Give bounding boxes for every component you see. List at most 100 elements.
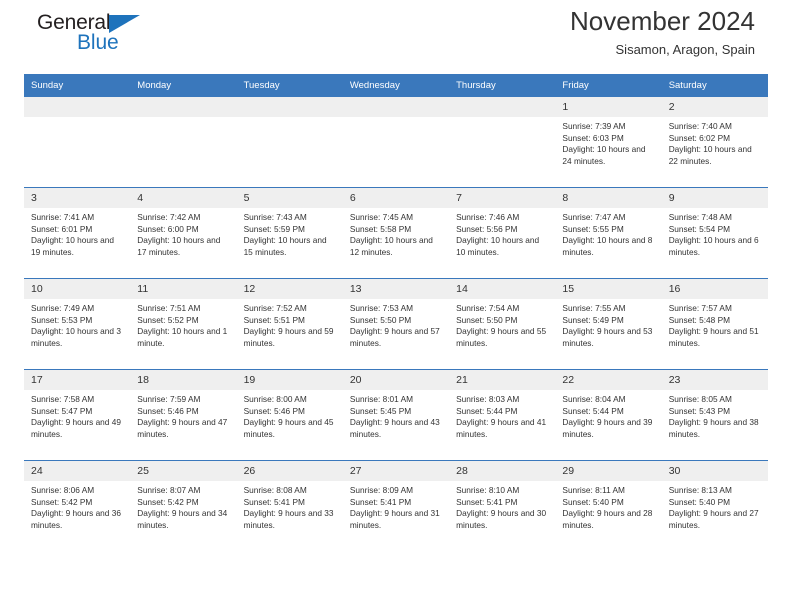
day-number: 3 (24, 188, 131, 208)
day-details: Sunrise: 8:13 AM Sunset: 5:40 PM Daylight:… (662, 481, 768, 531)
sunrise-text: Sunrise: 8:07 AM (137, 485, 201, 495)
day-number: 8 (555, 188, 662, 208)
calendar-day-cell[interactable]: 23 Sunrise: 8:05 AM Sunset: 5:43 PM Dayligh… (661, 369, 768, 461)
day-number: 18 (130, 370, 237, 390)
sunset-text: Sunset: 5:40 PM (562, 496, 624, 507)
calendar-day-cell[interactable] (130, 97, 237, 188)
calendar-day-cell[interactable]: 7 Sunrise: 7:46 AM Sunset: 5:56 PM Daylight… (449, 187, 556, 279)
day-number: 25 (130, 461, 237, 481)
day-number: 30 (661, 461, 768, 481)
calendar-day-cell[interactable]: 30 Sunrise: 8:13 AM Sunset: 5:40 PM Dayligh… (661, 460, 768, 551)
calendar-day-cell[interactable]: 26 Sunrise: 8:08 AM Sunset: 5:41 PM Dayligh… (236, 460, 343, 551)
day-details: Sunrise: 8:05 AM Sunset: 5:43 PM Daylight:… (662, 390, 768, 440)
logo-text-general: General (37, 11, 111, 34)
calendar-day-cell[interactable]: 16 Sunrise: 7:57 AM Sunset: 5:48 PM Dayligh… (661, 278, 768, 370)
weekday-header-sunday: Sunday (24, 74, 131, 97)
daylight-text: Daylight: 9 hours and 27 minutes. (668, 508, 759, 530)
sunrise-text: Sunrise: 7:41 AM (31, 212, 95, 222)
day-details: Sunrise: 7:53 AM Sunset: 5:50 PM Daylight:… (343, 299, 449, 349)
sunset-text: Sunset: 5:54 PM (668, 223, 731, 234)
calendar-day-cell[interactable]: 6 Sunrise: 7:45 AM Sunset: 5:58 PM Daylight… (342, 187, 450, 279)
weekday-header-thursday: Thursday (449, 74, 556, 97)
calendar-day-cell[interactable]: 13 Sunrise: 7:53 AM Sunset: 5:50 PM Dayligh… (342, 278, 450, 370)
calendar-day-cell[interactable]: 22 Sunrise: 8:04 AM Sunset: 5:44 PM Dayligh… (555, 369, 662, 461)
calendar-day-cell[interactable]: 11 Sunrise: 7:51 AM Sunset: 5:52 PM Dayligh… (130, 278, 237, 370)
calendar-day-cell[interactable]: 1 Sunrise: 7:39 AM Sunset: 6:03 PM Daylight… (555, 97, 662, 188)
page-subtitle: Sisamon, Aragon, Spain (615, 42, 755, 57)
calendar-day-cell[interactable]: 2 Sunrise: 7:40 AM Sunset: 6:02 PM Daylight… (661, 97, 768, 188)
calendar-day-cell[interactable]: 27 Sunrise: 8:09 AM Sunset: 5:41 PM Dayligh… (342, 460, 450, 551)
daylight-text: Daylight: 9 hours and 34 minutes. (137, 508, 228, 530)
calendar-day-cell[interactable]: 15 Sunrise: 7:55 AM Sunset: 5:49 PM Dayligh… (555, 278, 662, 370)
day-details: Sunrise: 7:51 AM Sunset: 5:52 PM Daylight:… (130, 299, 236, 349)
daylight-text: Daylight: 9 hours and 28 minutes. (562, 508, 653, 530)
day-number: 11 (130, 279, 237, 299)
daylight-text: Daylight: 9 hours and 38 minutes. (668, 417, 759, 439)
daylight-text: Daylight: 9 hours and 47 minutes. (137, 417, 228, 439)
calendar-day-cell[interactable]: 3 Sunrise: 7:41 AM Sunset: 6:01 PM Daylight… (24, 187, 131, 279)
sunrise-text: Sunrise: 7:52 AM (243, 303, 307, 313)
daylight-text: Daylight: 10 hours and 8 minutes. (562, 235, 653, 257)
calendar-day-cell[interactable]: 9 Sunrise: 7:48 AM Sunset: 5:54 PM Daylight… (661, 187, 768, 279)
daylight-text: Daylight: 10 hours and 1 minute. (137, 326, 228, 348)
sunrise-text: Sunrise: 7:59 AM (137, 394, 201, 404)
sunset-text: Sunset: 5:49 PM (562, 314, 624, 325)
day-number: 20 (342, 370, 450, 390)
calendar-day-cell[interactable]: 10 Sunrise: 7:49 AM Sunset: 5:53 PM Dayligh… (24, 278, 131, 370)
day-details: Sunrise: 7:42 AM Sunset: 6:00 PM Daylight:… (130, 208, 236, 258)
calendar-day-cell[interactable]: 21 Sunrise: 8:03 AM Sunset: 5:44 PM Dayligh… (449, 369, 556, 461)
calendar-day-cell[interactable]: 20 Sunrise: 8:01 AM Sunset: 5:45 PM Dayligh… (342, 369, 450, 461)
day-details: Sunrise: 7:39 AM Sunset: 6:03 PM Daylight:… (555, 117, 661, 167)
calendar-day-cell[interactable]: 19 Sunrise: 8:00 AM Sunset: 5:46 PM Dayligh… (236, 369, 343, 461)
sunset-text: Sunset: 6:02 PM (668, 132, 731, 143)
sunrise-text: Sunrise: 7:46 AM (456, 212, 520, 222)
day-number (236, 97, 343, 117)
day-number: 17 (24, 370, 131, 390)
daylight-text: Daylight: 10 hours and 12 minutes. (349, 235, 433, 257)
sunrise-text: Sunrise: 7:43 AM (243, 212, 307, 222)
daylight-text: Daylight: 10 hours and 17 minutes. (137, 235, 221, 257)
sunset-text: Sunset: 5:51 PM (243, 314, 305, 325)
calendar-day-cell[interactable]: 4 Sunrise: 7:42 AM Sunset: 6:00 PM Daylight… (130, 187, 237, 279)
calendar-day-cell[interactable]: 25 Sunrise: 8:07 AM Sunset: 5:42 PM Dayligh… (130, 460, 237, 551)
logo[interactable]: General Blue (37, 8, 187, 60)
day-details: Sunrise: 8:00 AM Sunset: 5:46 PM Daylight:… (237, 390, 343, 440)
calendar-day-cell[interactable]: 17 Sunrise: 7:58 AM Sunset: 5:47 PM Dayligh… (24, 369, 131, 461)
day-details: Sunrise: 7:52 AM Sunset: 5:51 PM Daylight:… (237, 299, 343, 349)
sunrise-text: Sunrise: 8:03 AM (456, 394, 520, 404)
calendar-day-cell[interactable]: 18 Sunrise: 7:59 AM Sunset: 5:46 PM Dayligh… (130, 369, 237, 461)
calendar-day-cell[interactable] (236, 97, 343, 188)
calendar-week-row: 17 Sunrise: 7:58 AM Sunset: 5:47 PM Dayligh… (24, 369, 768, 461)
day-details: Sunrise: 8:10 AM Sunset: 5:41 PM Daylight:… (449, 481, 555, 531)
daylight-text: Daylight: 9 hours and 57 minutes. (349, 326, 440, 348)
calendar-day-cell[interactable]: 5 Sunrise: 7:43 AM Sunset: 5:59 PM Daylight… (236, 187, 343, 279)
sunrise-text: Sunrise: 7:51 AM (137, 303, 201, 313)
calendar-day-cell[interactable] (342, 97, 450, 188)
day-number: 16 (661, 279, 768, 299)
sunset-text: Sunset: 5:41 PM (349, 496, 412, 507)
daylight-text: Daylight: 9 hours and 59 minutes. (243, 326, 334, 348)
calendar-day-cell[interactable]: 28 Sunrise: 8:10 AM Sunset: 5:41 PM Dayligh… (449, 460, 556, 551)
day-details: Sunrise: 7:59 AM Sunset: 5:46 PM Daylight:… (130, 390, 236, 440)
sunrise-text: Sunrise: 8:01 AM (349, 394, 414, 404)
daylight-text: Daylight: 10 hours and 6 minutes. (668, 235, 759, 257)
calendar-day-cell[interactable]: 12 Sunrise: 7:52 AM Sunset: 5:51 PM Dayligh… (236, 278, 343, 370)
calendar-day-cell[interactable] (449, 97, 556, 188)
day-details: Sunrise: 8:03 AM Sunset: 5:44 PM Daylight:… (449, 390, 555, 440)
sunset-text: Sunset: 6:00 PM (137, 223, 199, 234)
sunrise-text: Sunrise: 8:13 AM (668, 485, 732, 495)
daylight-text: Daylight: 9 hours and 55 minutes. (456, 326, 547, 348)
sunset-text: Sunset: 5:46 PM (243, 405, 305, 416)
calendar-day-cell[interactable]: 29 Sunrise: 8:11 AM Sunset: 5:40 PM Dayligh… (555, 460, 662, 551)
day-details: Sunrise: 8:04 AM Sunset: 5:44 PM Daylight:… (555, 390, 661, 440)
sunset-text: Sunset: 5:41 PM (456, 496, 518, 507)
sunrise-text: Sunrise: 8:04 AM (562, 394, 626, 404)
day-details: Sunrise: 7:40 AM Sunset: 6:02 PM Daylight:… (662, 117, 768, 167)
sunrise-text: Sunrise: 8:08 AM (243, 485, 307, 495)
day-number: 2 (661, 97, 768, 117)
calendar-day-cell[interactable]: 24 Sunrise: 8:06 AM Sunset: 5:42 PM Dayligh… (24, 460, 131, 551)
calendar-day-cell[interactable] (24, 97, 131, 188)
calendar-day-cell[interactable]: 8 Sunrise: 7:47 AM Sunset: 5:55 PM Daylight… (555, 187, 662, 279)
calendar-day-cell[interactable]: 14 Sunrise: 7:54 AM Sunset: 5:50 PM Dayligh… (449, 278, 556, 370)
daylight-text: Daylight: 9 hours and 39 minutes. (562, 417, 653, 439)
